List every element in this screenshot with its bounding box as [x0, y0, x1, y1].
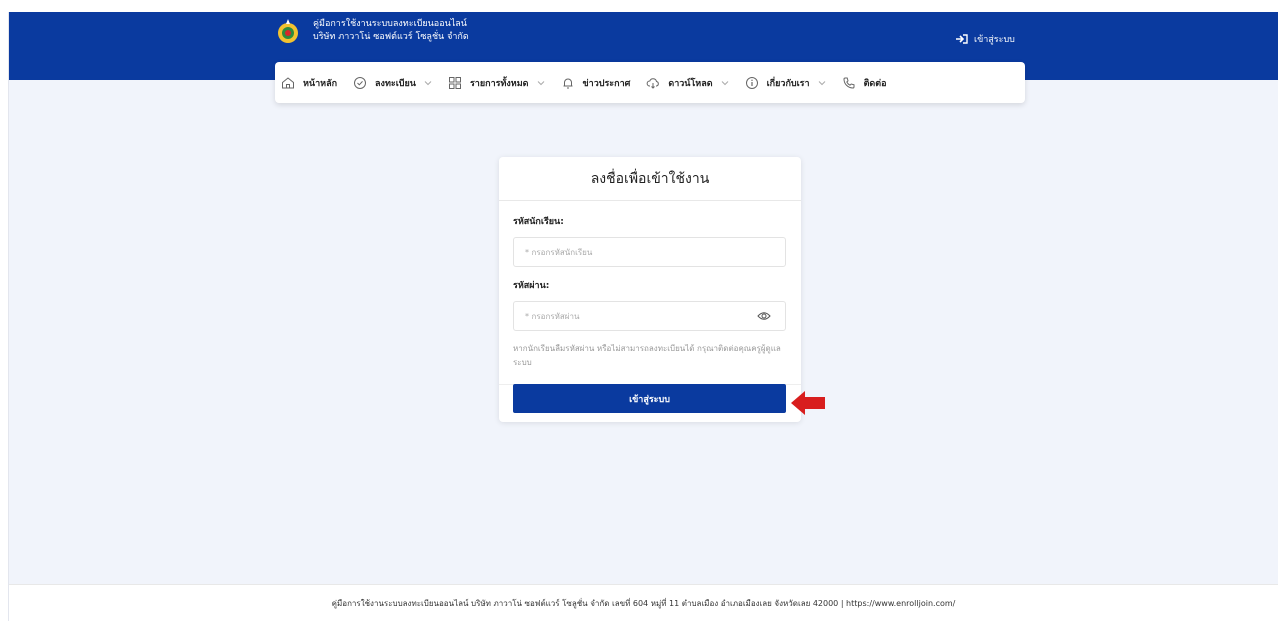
brand-title: คู่มือการใช้งานระบบลงทะเบียนออนไลน์	[313, 19, 467, 29]
nav-label: ติดต่อ	[863, 78, 887, 89]
nav-item-home[interactable]: หน้าหลัก	[281, 76, 337, 90]
footer-text: คู่มือการใช้งานระบบลงทะเบียนออนไลน์ บริษ…	[331, 598, 956, 608]
nav-item-contact[interactable]: ติดต่อ	[842, 76, 887, 90]
chevron-down-icon	[537, 80, 544, 85]
bell-icon	[563, 78, 572, 88]
login-submit-button[interactable]: เข้าสู่ระบบ	[513, 384, 786, 413]
nav-item-download[interactable]: ดาวน์โหลด	[646, 76, 728, 90]
red-arrow-annotation-icon	[791, 391, 825, 415]
password-field-box	[513, 301, 786, 331]
nav-label: ดาวน์โหลด	[668, 78, 713, 89]
nav-label: รายการทั้งหมด	[469, 78, 529, 89]
sign-in-icon	[956, 34, 968, 44]
chevron-down-icon	[818, 80, 825, 85]
home-icon	[282, 76, 294, 88]
page-frame: คู่มือการใช้งานระบบลงทะเบียนออนไลน์ บริษ…	[8, 12, 1278, 621]
password-label: รหัสผ่าน:	[513, 281, 550, 291]
brand-subtitle: บริษัท ภาวาโน่ ซอฟต์แวร์ โซลูชั่น จำกัด	[313, 32, 469, 42]
header-login-link[interactable]: เข้าสู่ระบบ	[956, 32, 1015, 46]
nav-item-news[interactable]: ข่าวประกาศ	[561, 76, 631, 90]
main-nav: หน้าหลัก ลงทะเบียน รายการทั้งหมด ข่าวประ…	[275, 62, 1025, 103]
student-id-input[interactable]	[514, 238, 785, 266]
nav-label: หน้าหลัก	[303, 78, 338, 89]
nav-label: เกี่ยวกับเรา	[766, 78, 810, 89]
header-login-label: เข้าสู่ระบบ	[974, 35, 1015, 45]
chevron-down-icon	[424, 80, 432, 85]
phone-icon	[843, 77, 855, 88]
nav-item-about[interactable]: เกี่ยวกับเรา	[745, 76, 826, 90]
student-id-field-box	[513, 237, 786, 267]
nav-label: ข่าวประกาศ	[582, 78, 631, 89]
forgot-password-hint: หากนักเรียนลืมรหัสผ่าน หรือไม่สามารถลงทะ…	[513, 344, 781, 367]
eye-icon[interactable]	[757, 311, 771, 321]
grid-icon	[448, 76, 461, 89]
student-id-label: รหัสนักเรียน:	[513, 217, 564, 227]
nav-item-all-list[interactable]: รายการทั้งหมด	[448, 76, 545, 90]
footer: คู่มือการใช้งานระบบลงทะเบียนออนไลน์ บริษ…	[9, 584, 1278, 621]
login-card: ลงชื่อเพื่อเข้าใช้งาน รหัสนักเรียน: รหัส…	[499, 157, 801, 422]
brand[interactable]: คู่มือการใช้งานระบบลงทะเบียนออนไลน์ บริษ…	[275, 18, 469, 44]
school-logo-icon	[278, 19, 298, 43]
check-circle-icon	[354, 76, 367, 89]
info-icon	[745, 76, 758, 89]
password-input[interactable]	[514, 302, 785, 330]
login-title: ลงชื่อเพื่อเข้าใช้งาน	[499, 157, 801, 201]
cloud-download-icon	[647, 77, 660, 89]
nav-label: ลงทะเบียน	[375, 78, 416, 89]
chevron-down-icon	[721, 80, 728, 85]
nav-item-register[interactable]: ลงทะเบียน	[353, 76, 432, 90]
